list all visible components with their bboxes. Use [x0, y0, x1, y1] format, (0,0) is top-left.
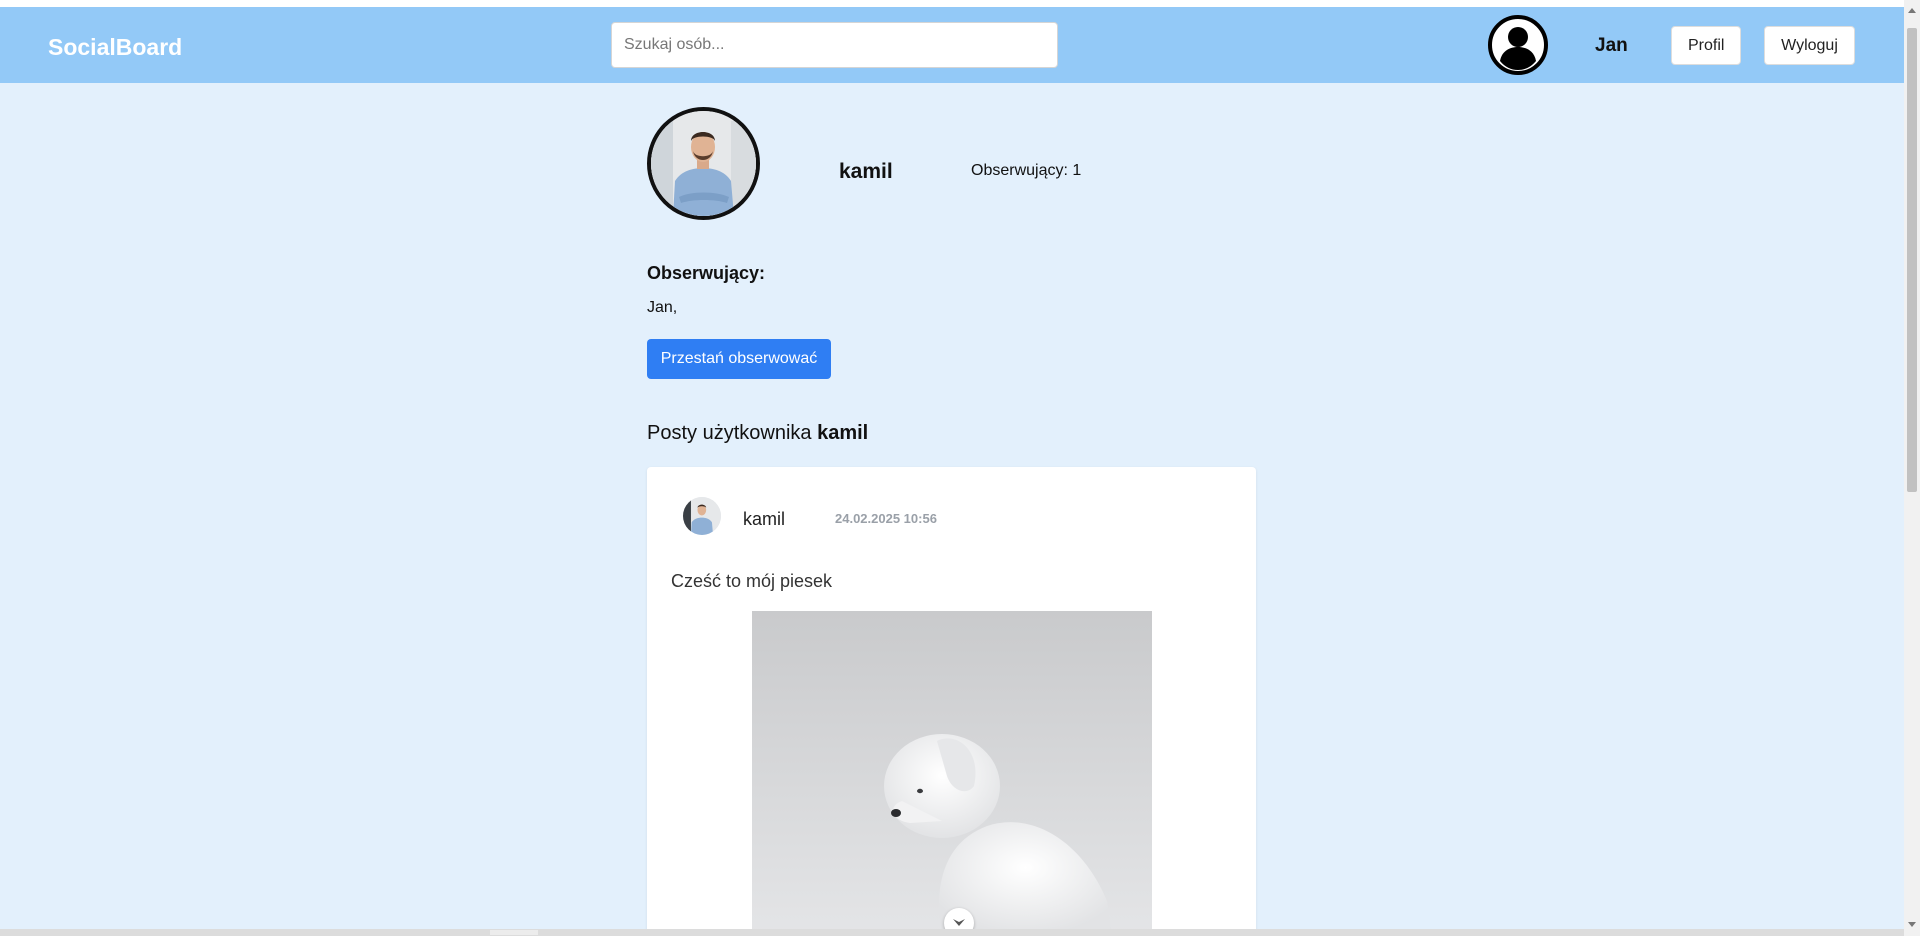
search-input[interactable] [611, 22, 1058, 68]
puppy-photo [752, 611, 1152, 936]
followers-list: Jan, [647, 299, 678, 316]
post-date: 24.02.2025 10:56 [835, 511, 937, 526]
vertical-scrollbar-thumb[interactable] [1907, 28, 1917, 492]
post-card: kamil 24.02.2025 10:56 Cześć to mój pies… [647, 467, 1256, 936]
current-username: Jan [1595, 35, 1628, 56]
posts-heading-user: kamil [817, 422, 869, 444]
profile-avatar [647, 107, 760, 220]
profile-button[interactable]: Profil [1671, 26, 1741, 65]
followers-title: Obserwujący: [647, 263, 766, 283]
vertical-scrollbar[interactable] [1904, 0, 1920, 936]
user-circle-icon[interactable] [1487, 14, 1549, 76]
brand-logo[interactable]: SocialBoard [48, 34, 182, 61]
scroll-up-arrow-icon[interactable] [1908, 8, 1916, 13]
posts-heading-prefix: Posty użytkownika [647, 422, 812, 444]
window-top-strip [0, 0, 1904, 7]
post-image [752, 611, 1152, 936]
horizontal-scrollbar[interactable] [0, 929, 1904, 936]
post-author[interactable]: kamil [743, 509, 785, 530]
unfollow-button[interactable]: Przestań obserwować [647, 339, 831, 379]
profile-name: kamil [839, 160, 893, 183]
post-author-avatar [683, 497, 721, 535]
posts-heading: Posty użytkownika kamil [647, 422, 868, 445]
navbar: SocialBoard Jan Profil Wyloguj [0, 7, 1904, 83]
horizontal-scrollbar-thumb[interactable] [490, 930, 538, 935]
scroll-down-arrow-icon[interactable] [1908, 922, 1916, 927]
post-text: Cześć to mój piesek [671, 571, 833, 591]
followers-count: Obserwujący: 1 [971, 162, 1082, 179]
profile-photo [651, 111, 756, 216]
post-author-photo [683, 497, 721, 535]
logout-button[interactable]: Wyloguj [1764, 26, 1855, 65]
